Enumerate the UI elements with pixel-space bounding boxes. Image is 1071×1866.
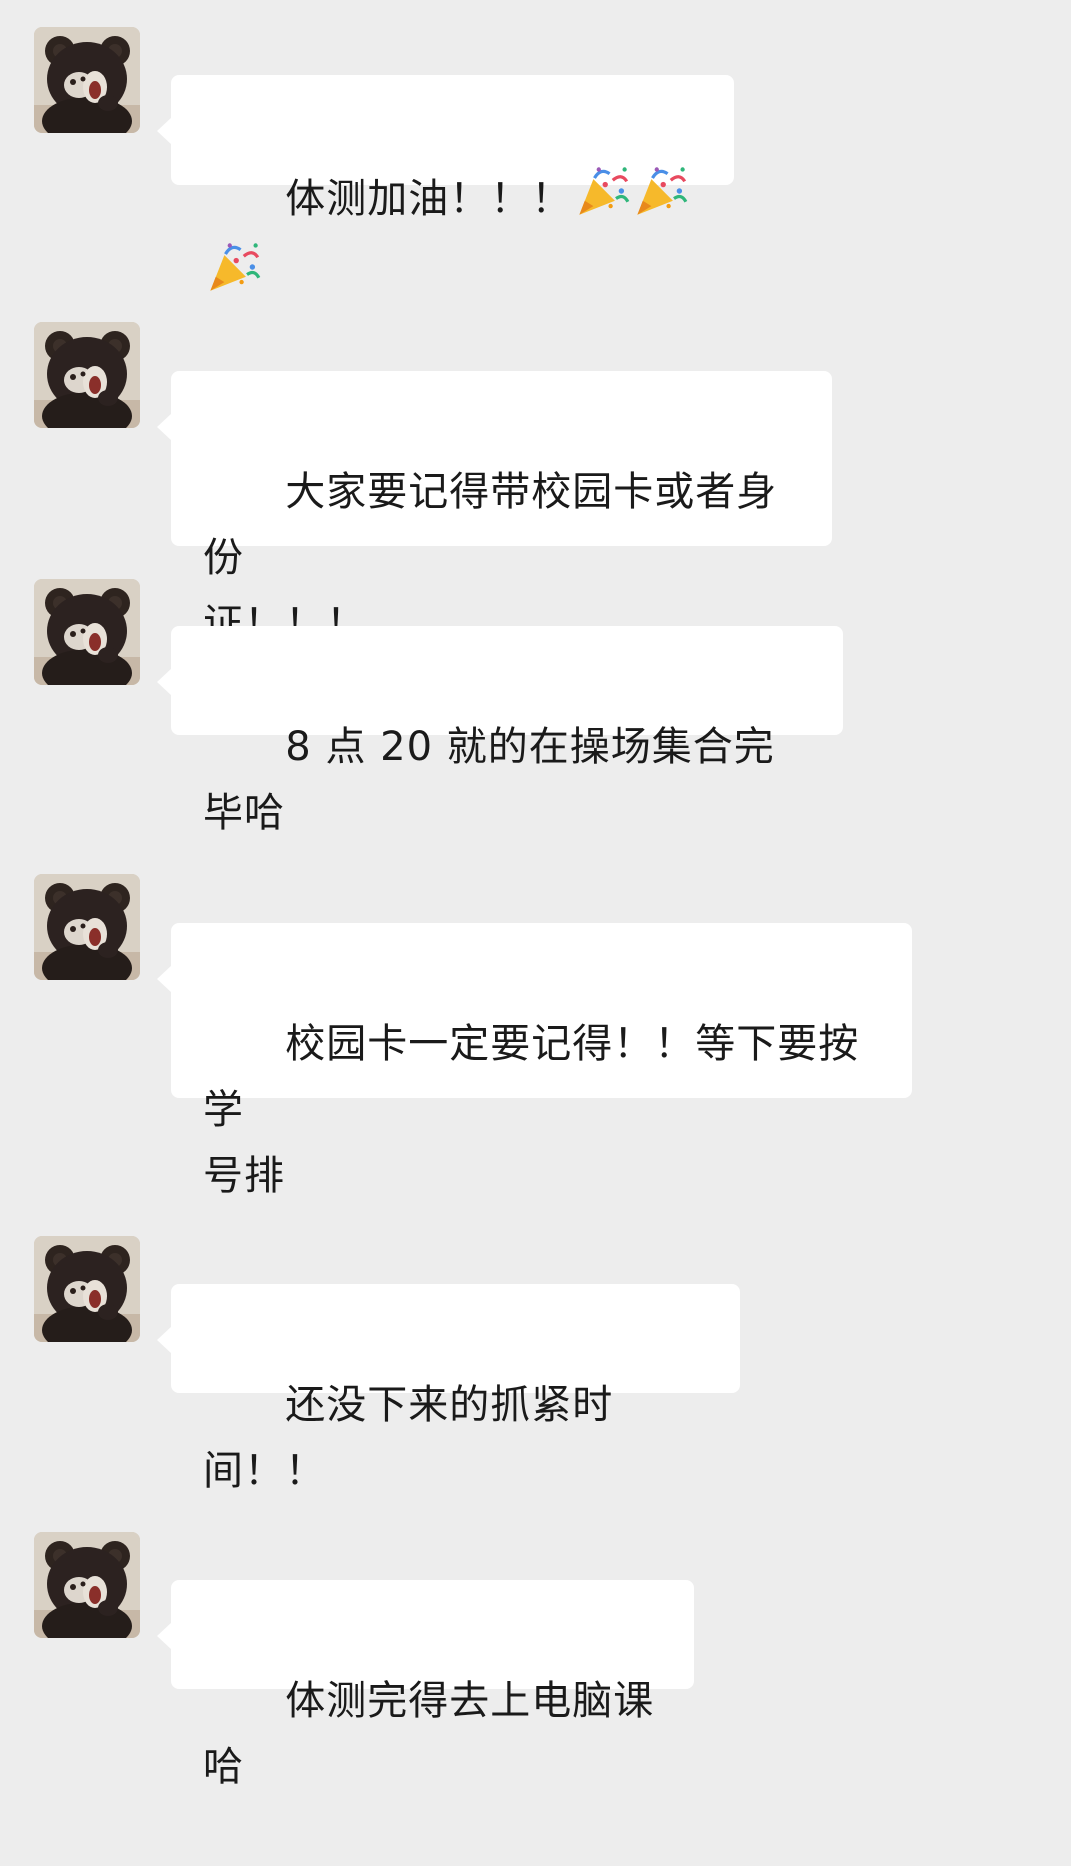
avatar[interactable] bbox=[34, 27, 140, 133]
avatar[interactable] bbox=[34, 579, 140, 685]
message-text: 体测加油！！！ bbox=[285, 176, 573, 222]
message-bubble[interactable]: 还没下来的抓紧时间！！ bbox=[157, 1284, 740, 1494]
avatar[interactable] bbox=[34, 874, 140, 980]
message-text: 体测完得去上电脑课哈 bbox=[203, 1678, 655, 1790]
message-text: 还没下来的抓紧时间！！ bbox=[203, 1382, 614, 1494]
avatar[interactable] bbox=[34, 1236, 140, 1342]
party-popper-icon bbox=[632, 163, 688, 239]
party-popper-icon bbox=[574, 163, 630, 239]
message-text: 8 点 20 就的在操场集合完毕哈 bbox=[203, 724, 775, 836]
message-bubble[interactable]: 体测完得去上电脑课哈 bbox=[157, 1580, 694, 1790]
message-bubble[interactable]: 校园卡一定要记得！！等下要按学 号排 bbox=[157, 923, 912, 1199]
avatar[interactable] bbox=[34, 322, 140, 428]
party-popper-icon bbox=[205, 239, 261, 315]
message-text: 校园卡一定要记得！！等下要按学 号排 bbox=[203, 1021, 860, 1199]
message-text: 大家要记得带校园卡或者身份 证！！！ bbox=[203, 469, 778, 647]
message-bubble[interactable]: 大家要记得带校园卡或者身份 证！！！ bbox=[157, 371, 832, 647]
message-bubble[interactable]: 体测加油！！！ bbox=[157, 75, 734, 185]
message-bubble[interactable]: 8 点 20 就的在操场集合完毕哈 bbox=[157, 626, 843, 836]
avatar[interactable] bbox=[34, 1532, 140, 1638]
